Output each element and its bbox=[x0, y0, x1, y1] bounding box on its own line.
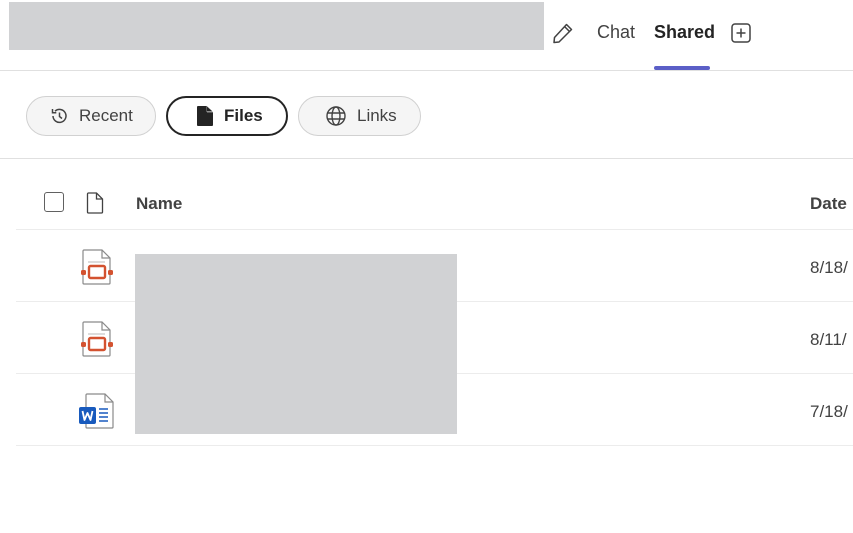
filter-links-label: Links bbox=[357, 106, 397, 125]
filter-recent-button[interactable]: Recent bbox=[26, 96, 156, 136]
filter-recent-label: Recent bbox=[79, 106, 133, 125]
tab-shared[interactable]: Shared bbox=[654, 22, 715, 43]
file-icon bbox=[197, 106, 213, 126]
filter-files-label: Files bbox=[224, 106, 263, 125]
tab-chat[interactable]: Chat bbox=[597, 22, 635, 43]
powerpoint-file-icon bbox=[81, 321, 113, 357]
powerpoint-file-icon bbox=[81, 249, 113, 285]
pencil-edit-icon[interactable] bbox=[551, 21, 575, 45]
chat-header: Chat Shared bbox=[0, 0, 853, 71]
word-file-icon bbox=[79, 393, 114, 429]
file-type-column-icon bbox=[86, 192, 104, 214]
file-date: 8/11/ bbox=[810, 330, 847, 349]
filter-files-button[interactable]: Files bbox=[166, 96, 288, 136]
select-all-checkbox[interactable] bbox=[44, 192, 64, 212]
redacted-chat-title bbox=[9, 2, 544, 50]
column-header-name[interactable]: Name bbox=[136, 194, 182, 214]
file-date: 7/18/ bbox=[810, 402, 848, 421]
redacted-file-names bbox=[135, 254, 457, 434]
globe-icon bbox=[326, 106, 346, 126]
shared-files-page: Chat Shared Recent Files Links Name Date… bbox=[0, 0, 853, 533]
filter-links-button[interactable]: Links bbox=[298, 96, 421, 136]
active-tab-indicator bbox=[654, 66, 710, 70]
table-header: Name Date bbox=[16, 159, 853, 230]
column-header-date[interactable]: Date bbox=[810, 194, 847, 214]
filter-bar: Recent Files Links bbox=[0, 71, 853, 159]
add-tab-icon[interactable] bbox=[730, 22, 752, 44]
history-icon bbox=[51, 108, 67, 124]
file-date: 8/18/ bbox=[810, 258, 848, 277]
